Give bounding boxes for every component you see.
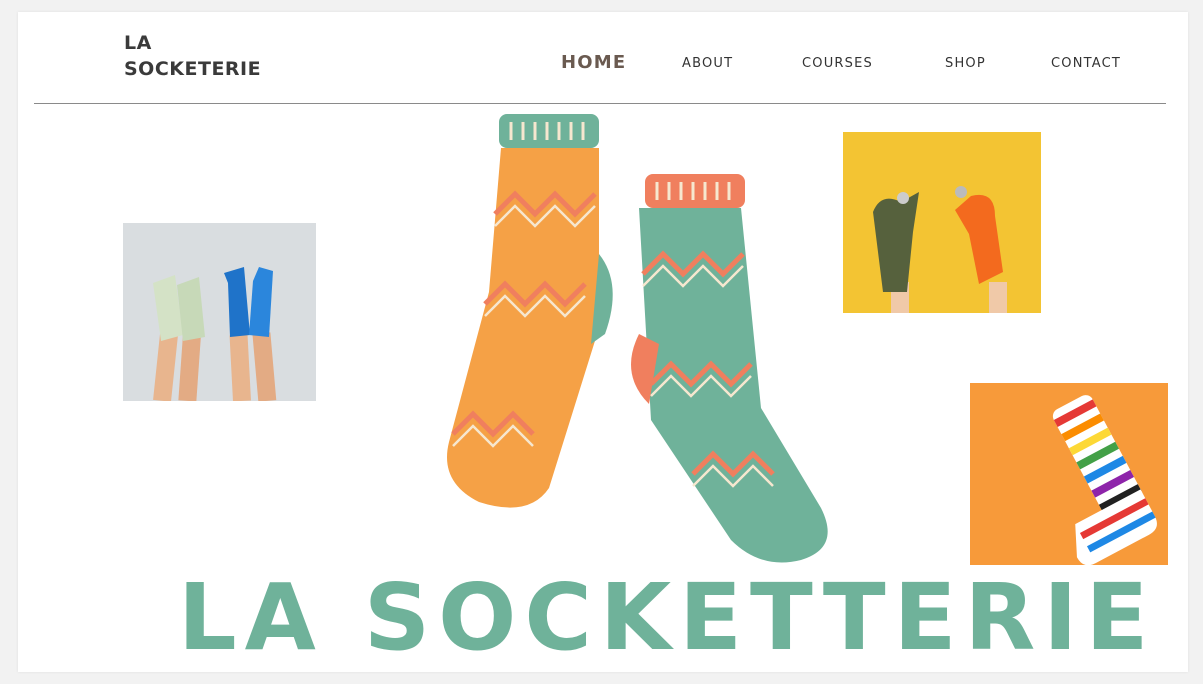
socks-illustration <box>413 104 833 569</box>
main-nav: HOME ABOUT COURSES SHOP CONTACT <box>18 52 1188 86</box>
photo-sock-puppets <box>843 132 1041 313</box>
hero-brand-title: LA SOCKETTERIE <box>178 564 1157 671</box>
page: LA SOCKETERIE HOME ABOUT COURSES SHOP CO… <box>18 12 1188 672</box>
logo-line-1: LA <box>124 32 152 54</box>
nav-shop[interactable]: SHOP <box>945 56 986 71</box>
nav-about[interactable]: ABOUT <box>682 56 733 71</box>
photo-rainbow-sock <box>970 383 1168 565</box>
nav-contact[interactable]: CONTACT <box>1051 56 1121 71</box>
photo-legs-socks <box>123 223 316 401</box>
nav-courses[interactable]: COURSES <box>802 56 873 71</box>
nav-home[interactable]: HOME <box>561 52 626 73</box>
